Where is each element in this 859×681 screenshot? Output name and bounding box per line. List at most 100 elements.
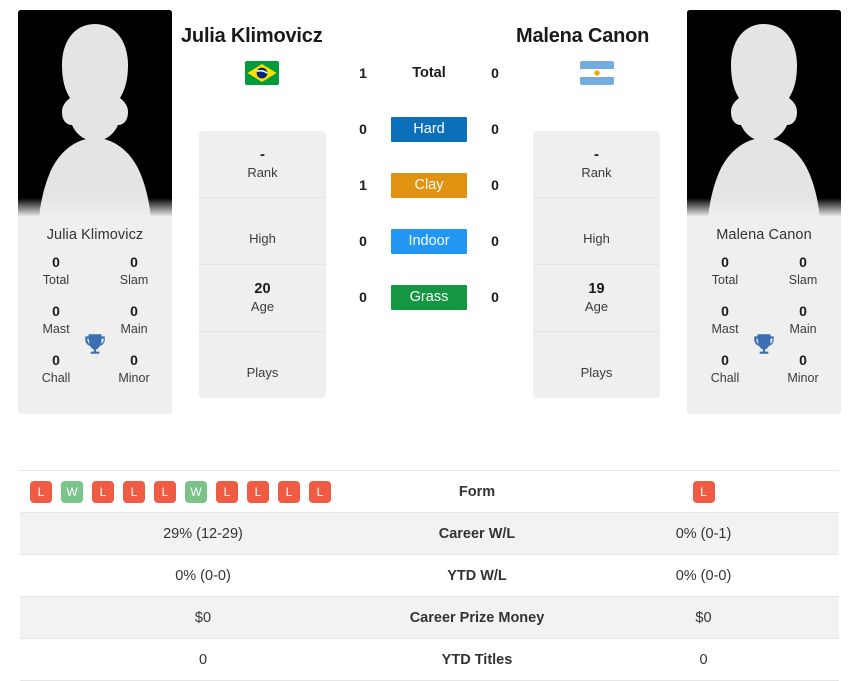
h2h-right-value-grass: 0 bbox=[491, 289, 499, 305]
info-plays-label-left: Plays bbox=[246, 365, 279, 381]
table-row: $0 Career Prize Money $0 bbox=[20, 596, 839, 639]
info-rank-value-right: - bbox=[594, 146, 599, 164]
title-total-value-right: 0 bbox=[721, 254, 729, 270]
title-slam-value-left: 0 bbox=[130, 254, 138, 270]
h2h-left-value-indoor: 0 bbox=[359, 233, 367, 249]
trophy-icon bbox=[754, 334, 774, 354]
comparison-stats-table: LWLLLWLLLL Form L 29% (12-29) Career W/L… bbox=[20, 470, 839, 681]
form-cell-left: LWLLLWLLLL bbox=[20, 471, 386, 513]
career-wl-left: 29% (12-29) bbox=[163, 525, 243, 542]
player-card-right[interactable]: Malena Canon 0 Total 0 Slam 0 Mast 0 Mai… bbox=[687, 10, 841, 415]
player-name-right[interactable]: Malena Canon bbox=[516, 25, 649, 48]
form-badge-loss[interactable]: L bbox=[692, 480, 715, 503]
table-row: 0% (0-0) YTD W/L 0% (0-0) bbox=[20, 554, 839, 597]
info-rank-label-right: Rank bbox=[581, 164, 612, 180]
title-chall-left: 0 Chall bbox=[30, 351, 82, 386]
h2h-badge-wrap-clay: Clay bbox=[386, 172, 472, 198]
info-age-left: 20 Age bbox=[199, 265, 326, 332]
title-slam-left: 0 Slam bbox=[108, 253, 160, 288]
info-high-right: High bbox=[533, 198, 660, 265]
info-high-left: High bbox=[199, 198, 326, 265]
title-minor-label-left: Minor bbox=[118, 371, 150, 386]
argentina-flag-icon bbox=[580, 61, 614, 85]
form-badge-loss[interactable]: L bbox=[123, 480, 145, 503]
player-avatar-left bbox=[18, 10, 172, 220]
trophy-icon bbox=[85, 334, 105, 354]
title-minor-right: 0 Minor bbox=[777, 351, 829, 386]
form-row-label: Form bbox=[458, 483, 496, 500]
h2h-left-value-grass: 0 bbox=[359, 289, 367, 305]
h2h-row-grass: 0 Grass 0 bbox=[340, 282, 518, 312]
avatar-fade bbox=[18, 198, 172, 220]
info-age-label-left: Age bbox=[250, 298, 275, 314]
info-rank-left: - Rank bbox=[199, 131, 326, 198]
avatar-fade bbox=[687, 198, 841, 220]
career-prize-right: $0 bbox=[695, 609, 712, 626]
h2h-row-total: 1 Total 0 bbox=[340, 58, 518, 88]
player-name-left[interactable]: Julia Klimovicz bbox=[181, 25, 323, 48]
title-chall-label-right: Chall bbox=[710, 371, 740, 386]
title-mast-value-left: 0 bbox=[52, 303, 60, 320]
h2h-right-value-total: 0 bbox=[491, 65, 499, 81]
form-cell-right: L bbox=[568, 471, 839, 513]
title-chall-value-left: 0 bbox=[52, 352, 60, 369]
form-badge-loss[interactable]: L bbox=[92, 480, 114, 503]
form-badge-loss[interactable]: L bbox=[309, 480, 331, 503]
titles-row-total-slam-left: 0 Total 0 Slam bbox=[18, 253, 172, 288]
title-mast-label-right: Mast bbox=[711, 322, 739, 337]
h2h-badge-total: Total bbox=[412, 64, 446, 81]
h2h-badge-indoor: Indoor bbox=[391, 228, 467, 254]
title-total-label-right: Total bbox=[711, 272, 739, 287]
ytd-wl-label: YTD W/L bbox=[447, 567, 507, 584]
titles-row-total-slam-right: 0 Total 0 Slam bbox=[687, 253, 841, 288]
title-chall-label-left: Chall bbox=[41, 371, 71, 386]
ytd-titles-label: YTD Titles bbox=[441, 651, 513, 668]
info-age-value-left: 20 bbox=[254, 281, 271, 298]
title-main-value-left: 0 bbox=[130, 303, 138, 320]
titles-grid-left: 0 Total 0 Slam 0 Mast 0 Main 0 Chall 0 M… bbox=[18, 253, 172, 414]
form-badge-loss[interactable]: L bbox=[247, 480, 269, 503]
form-badge-loss[interactable]: L bbox=[30, 480, 52, 503]
h2h-right-value-clay: 0 bbox=[491, 177, 499, 193]
player-comparison-area: Julia Klimovicz 0 Total 0 Slam 0 Mast 0 … bbox=[0, 0, 859, 462]
career-prize-label: Career Prize Money bbox=[409, 609, 545, 626]
info-high-label-left: High bbox=[249, 231, 276, 247]
title-main-label-right: Main bbox=[789, 322, 817, 337]
player-avatar-icon bbox=[18, 10, 172, 220]
career-wl-right: 0% (0-1) bbox=[675, 525, 732, 542]
h2h-left-value-clay: 1 bbox=[359, 177, 367, 193]
table-row: 0 YTD Titles 0 bbox=[20, 638, 839, 681]
form-badge-loss[interactable]: L bbox=[278, 480, 300, 503]
titles-grid-right: 0 Total 0 Slam 0 Mast 0 Main 0 Chall 0 M… bbox=[687, 253, 841, 414]
info-age-right: 19 Age bbox=[533, 265, 660, 332]
title-total-right: 0 Total bbox=[699, 253, 751, 288]
form-badge-win[interactable]: W bbox=[61, 480, 83, 503]
table-row-form: LWLLLWLLLL Form L bbox=[20, 470, 839, 513]
title-main-label-left: Main bbox=[120, 322, 148, 337]
player-avatar-icon bbox=[687, 10, 841, 220]
title-mast-value-right: 0 bbox=[721, 303, 729, 320]
form-strip-left: LWLLLWLLLL bbox=[20, 480, 386, 503]
player-info-card-left: - Rank High 20 Age Plays bbox=[199, 131, 326, 398]
h2h-row-clay: 1 Clay 0 bbox=[340, 170, 518, 200]
info-plays-label-right: Plays bbox=[580, 365, 613, 381]
brazil-flag-icon bbox=[245, 61, 279, 85]
info-plays-left: Plays bbox=[199, 332, 326, 398]
info-high-label-right: High bbox=[583, 231, 610, 247]
h2h-right-value-indoor: 0 bbox=[491, 233, 499, 249]
title-chall-value-right: 0 bbox=[721, 352, 729, 369]
h2h-badge-clay: Clay bbox=[391, 172, 467, 198]
player-card-left[interactable]: Julia Klimovicz 0 Total 0 Slam 0 Mast 0 … bbox=[18, 10, 172, 415]
title-minor-value-right: 0 bbox=[799, 352, 807, 369]
form-badge-loss[interactable]: L bbox=[154, 480, 176, 503]
title-minor-value-left: 0 bbox=[130, 352, 138, 369]
ytd-wl-left: 0% (0-0) bbox=[175, 567, 231, 584]
h2h-right-value-hard: 0 bbox=[491, 121, 499, 137]
form-badge-loss[interactable]: L bbox=[216, 480, 238, 503]
h2h-left-value-hard: 0 bbox=[359, 121, 367, 137]
form-badge-win[interactable]: W bbox=[185, 480, 207, 503]
career-prize-left: $0 bbox=[194, 609, 212, 626]
title-total-left: 0 Total bbox=[30, 253, 82, 288]
h2h-badge-wrap-grass: Grass bbox=[386, 284, 472, 310]
player-card-name-right: Malena Canon bbox=[716, 227, 812, 243]
